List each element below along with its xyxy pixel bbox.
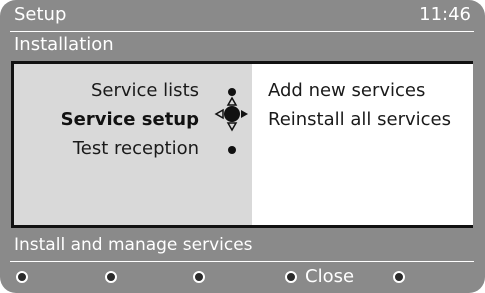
- blue-button-icon: [285, 271, 297, 283]
- page-title: Installation: [14, 34, 114, 55]
- header-divider: [10, 31, 474, 32]
- menu-bullet-icon: [228, 88, 236, 96]
- red-button-icon: [16, 271, 28, 283]
- menu-panel: Service lists Service setup Test recepti…: [11, 61, 473, 228]
- navigation-cross-icon: [214, 96, 248, 132]
- submenu-item-add-new-services[interactable]: Add new services: [268, 79, 425, 103]
- footer-divider: [10, 261, 474, 262]
- yellow-button-icon: [193, 271, 205, 283]
- tv-setup-screen: Setup 11:46 Installation Service lists S…: [0, 0, 485, 293]
- menu-item-service-lists[interactable]: Service lists: [91, 79, 199, 103]
- menu-item-service-setup[interactable]: Service setup: [61, 108, 199, 132]
- header-title: Setup: [14, 4, 67, 25]
- clock-time: 11:46: [419, 4, 471, 25]
- header-bar: Setup 11:46: [0, 0, 485, 34]
- close-button-label: Close: [305, 266, 355, 287]
- menu-item-test-reception[interactable]: Test reception: [73, 137, 199, 161]
- option-button-icon: [393, 271, 405, 283]
- status-hint: Install and manage services: [14, 235, 253, 255]
- green-button-icon: [105, 271, 117, 283]
- submenu-item-reinstall-all-services[interactable]: Reinstall all services: [268, 108, 451, 132]
- menu-bullet-icon: [228, 146, 236, 154]
